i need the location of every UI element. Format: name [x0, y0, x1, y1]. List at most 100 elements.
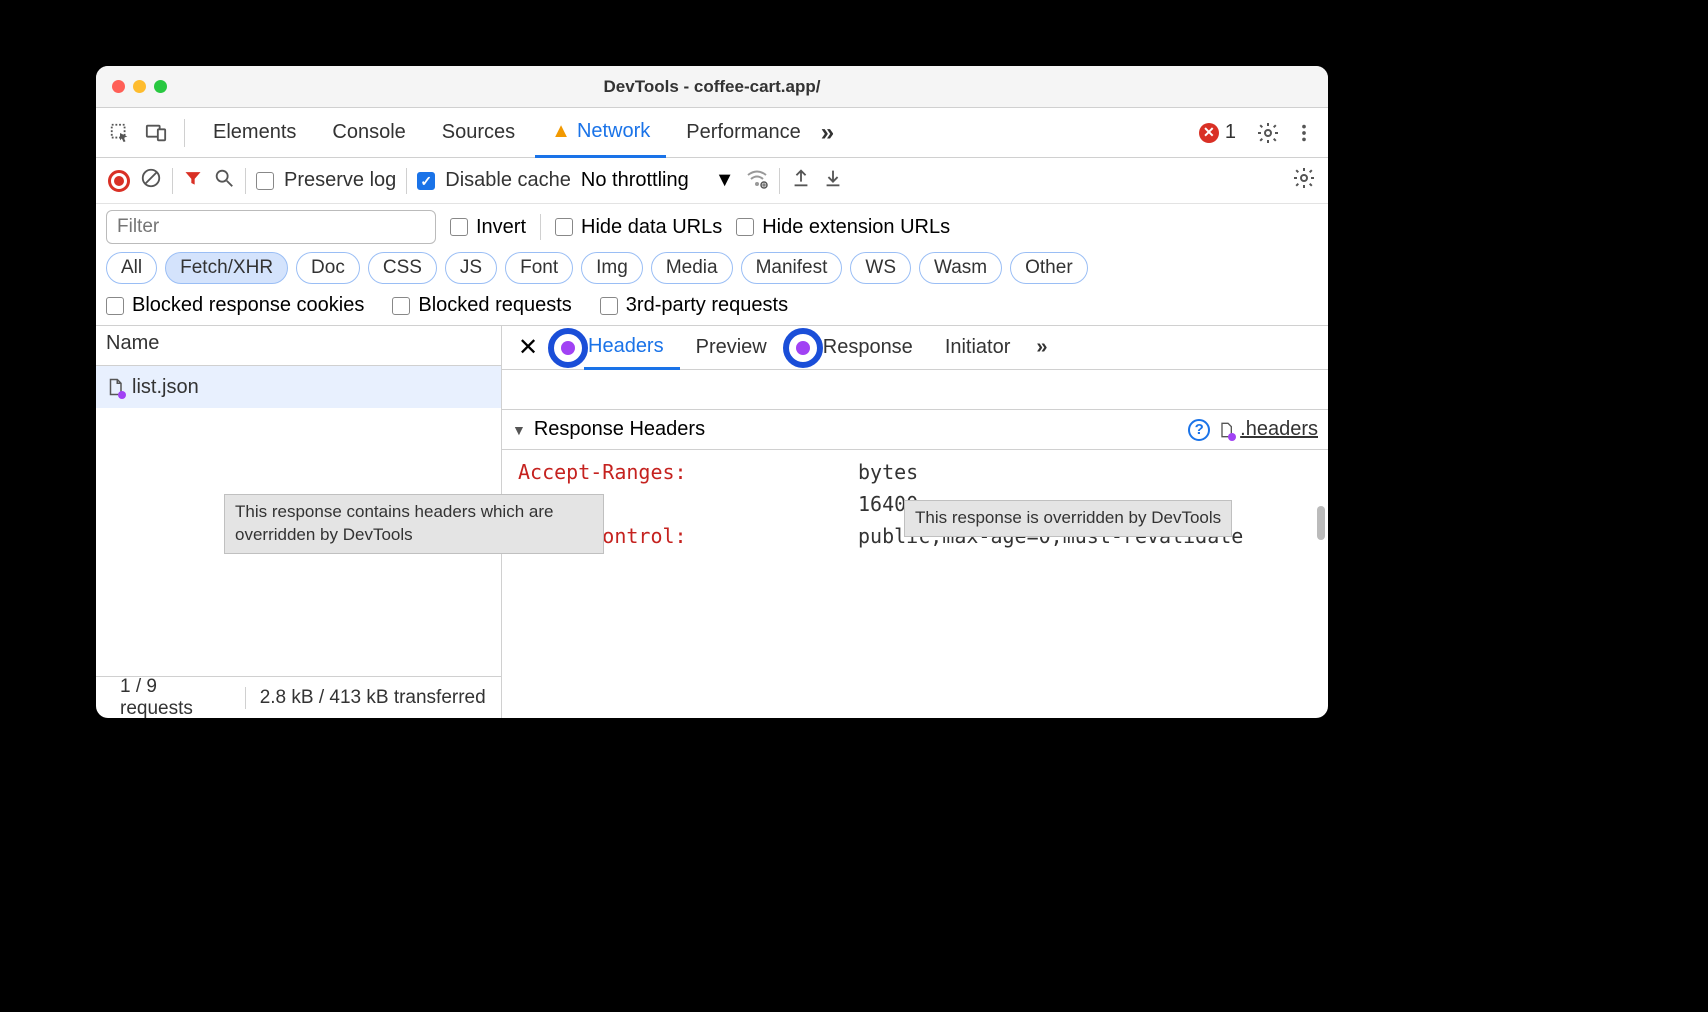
clear-button[interactable] — [140, 167, 162, 195]
chevron-down-icon: ▼ — [715, 169, 735, 192]
more-tabs-button[interactable]: » — [821, 119, 834, 147]
response-override-indicator — [783, 328, 823, 368]
type-pill-js[interactable]: JS — [445, 252, 497, 284]
tab-console[interactable]: Console — [316, 108, 421, 158]
device-toolbar-icon[interactable] — [140, 117, 172, 149]
scrollbar-thumb[interactable] — [1317, 506, 1325, 540]
throttling-label: No throttling — [581, 169, 689, 192]
tab-elements-label: Elements — [213, 121, 296, 144]
blocked-cookies-label: Blocked response cookies — [132, 294, 364, 317]
request-type-filters: AllFetch/XHRDocCSSJSFontImgMediaManifest… — [96, 248, 1328, 290]
kebab-menu-icon[interactable] — [1288, 117, 1320, 149]
preserve-log-label: Preserve log — [284, 169, 396, 192]
request-row[interactable]: list.json — [96, 366, 501, 408]
status-transfer: 2.8 kB / 413 kB transferred — [245, 687, 491, 709]
filter-icon[interactable] — [183, 168, 203, 194]
disclosure-triangle-icon: ▼ — [512, 422, 526, 438]
type-pill-doc[interactable]: Doc — [296, 252, 360, 284]
response-headers-section[interactable]: ▼ Response Headers ? .headers — [502, 410, 1328, 450]
headers-file-link[interactable]: .headers — [1218, 418, 1318, 441]
warning-icon: ▲ — [551, 120, 571, 143]
close-detail-button[interactable]: ✕ — [508, 333, 548, 362]
blocked-requests-label: Blocked requests — [418, 294, 571, 317]
general-section[interactable] — [502, 370, 1328, 410]
tab-console-label: Console — [332, 121, 405, 144]
file-icon — [106, 377, 124, 397]
type-pill-other[interactable]: Other — [1010, 252, 1088, 284]
response-headers-title: Response Headers — [534, 418, 705, 441]
record-button[interactable] — [108, 170, 130, 192]
hide-extension-urls-label: Hide extension URLs — [762, 216, 950, 239]
hide-extension-urls-checkbox[interactable] — [736, 218, 754, 236]
tab-response[interactable]: Response — [819, 326, 929, 370]
header-value: bytes — [858, 460, 1312, 484]
type-pill-wasm[interactable]: Wasm — [919, 252, 1002, 284]
window-titlebar: DevTools - coffee-cart.app/ — [96, 66, 1328, 108]
request-name: list.json — [132, 376, 199, 399]
header-row: Accept-Ranges:bytes — [502, 456, 1328, 488]
upload-har-icon[interactable] — [790, 167, 812, 195]
detail-tabs: ✕ Headers Preview Response Initiator » — [502, 326, 1328, 370]
throttling-select[interactable]: No throttling ▼ — [581, 169, 735, 192]
type-pill-ws[interactable]: WS — [850, 252, 911, 284]
status-bar: 1 / 9 requests 2.8 kB / 413 kB transferr… — [96, 676, 501, 718]
network-conditions-icon[interactable] — [745, 166, 769, 196]
response-tooltip: This response is overridden by DevTools — [904, 500, 1232, 537]
tab-initiator-label: Initiator — [945, 336, 1011, 359]
type-pill-media[interactable]: Media — [651, 252, 733, 284]
type-pill-img[interactable]: Img — [581, 252, 643, 284]
close-window-button[interactable] — [112, 80, 125, 93]
maximize-window-button[interactable] — [154, 80, 167, 93]
settings-icon[interactable] — [1252, 117, 1284, 149]
window-title: DevTools - coffee-cart.app/ — [96, 77, 1328, 97]
traffic-lights — [96, 80, 167, 93]
invert-checkbox[interactable] — [450, 218, 468, 236]
name-column-header[interactable]: Name — [96, 326, 501, 366]
headers-file-name: .headers — [1240, 418, 1318, 441]
blocked-cookies-checkbox[interactable] — [106, 297, 124, 315]
preserve-log-checkbox[interactable] — [256, 172, 274, 190]
network-toolbar: Preserve log Disable cache No throttling… — [96, 158, 1328, 204]
filter-input[interactable] — [106, 210, 436, 244]
filter-row: Invert Hide data URLs Hide extension URL… — [96, 204, 1328, 248]
tab-performance-label: Performance — [686, 121, 801, 144]
devtools-window: DevTools - coffee-cart.app/ Elements Con… — [96, 66, 1328, 718]
type-pill-manifest[interactable]: Manifest — [741, 252, 843, 284]
disable-cache-checkbox[interactable] — [417, 172, 435, 190]
type-pill-css[interactable]: CSS — [368, 252, 437, 284]
inspect-element-icon[interactable] — [104, 117, 136, 149]
type-pill-fetchxhr[interactable]: Fetch/XHR — [165, 252, 288, 284]
tab-preview-label: Preview — [696, 336, 767, 359]
tab-preview[interactable]: Preview — [680, 326, 783, 370]
third-party-label: 3rd-party requests — [626, 294, 788, 317]
error-count[interactable]: ✕ 1 — [1199, 121, 1236, 144]
third-party-checkbox[interactable] — [600, 297, 618, 315]
status-requests: 1 / 9 requests — [106, 676, 245, 719]
tab-performance[interactable]: Performance — [670, 108, 817, 158]
tab-sources[interactable]: Sources — [426, 108, 531, 158]
error-count-label: 1 — [1225, 121, 1236, 144]
invert-label: Invert — [476, 216, 526, 239]
minimize-window-button[interactable] — [133, 80, 146, 93]
main-tabs: Elements Console Sources ▲ Network Perfo… — [96, 108, 1328, 158]
type-pill-all[interactable]: All — [106, 252, 157, 284]
blocked-requests-checkbox[interactable] — [392, 297, 410, 315]
search-icon[interactable] — [213, 167, 235, 195]
network-settings-icon[interactable] — [1292, 166, 1316, 196]
tab-elements[interactable]: Elements — [197, 108, 312, 158]
tab-initiator[interactable]: Initiator — [929, 326, 1027, 370]
tab-network-label: Network — [577, 120, 650, 143]
tab-headers-label: Headers — [588, 335, 664, 358]
type-pill-font[interactable]: Font — [505, 252, 573, 284]
hide-data-urls-checkbox[interactable] — [555, 218, 573, 236]
download-har-icon[interactable] — [822, 167, 844, 195]
error-icon: ✕ — [1199, 123, 1219, 143]
headers-tooltip: This response contains headers which are… — [224, 494, 604, 554]
tab-headers[interactable]: Headers — [584, 326, 680, 370]
help-icon[interactable]: ? — [1188, 419, 1210, 441]
tab-sources-label: Sources — [442, 121, 515, 144]
tab-network[interactable]: ▲ Network — [535, 108, 666, 158]
disable-cache-label: Disable cache — [445, 169, 571, 192]
more-detail-tabs[interactable]: » — [1026, 336, 1057, 359]
tab-response-label: Response — [823, 336, 913, 359]
